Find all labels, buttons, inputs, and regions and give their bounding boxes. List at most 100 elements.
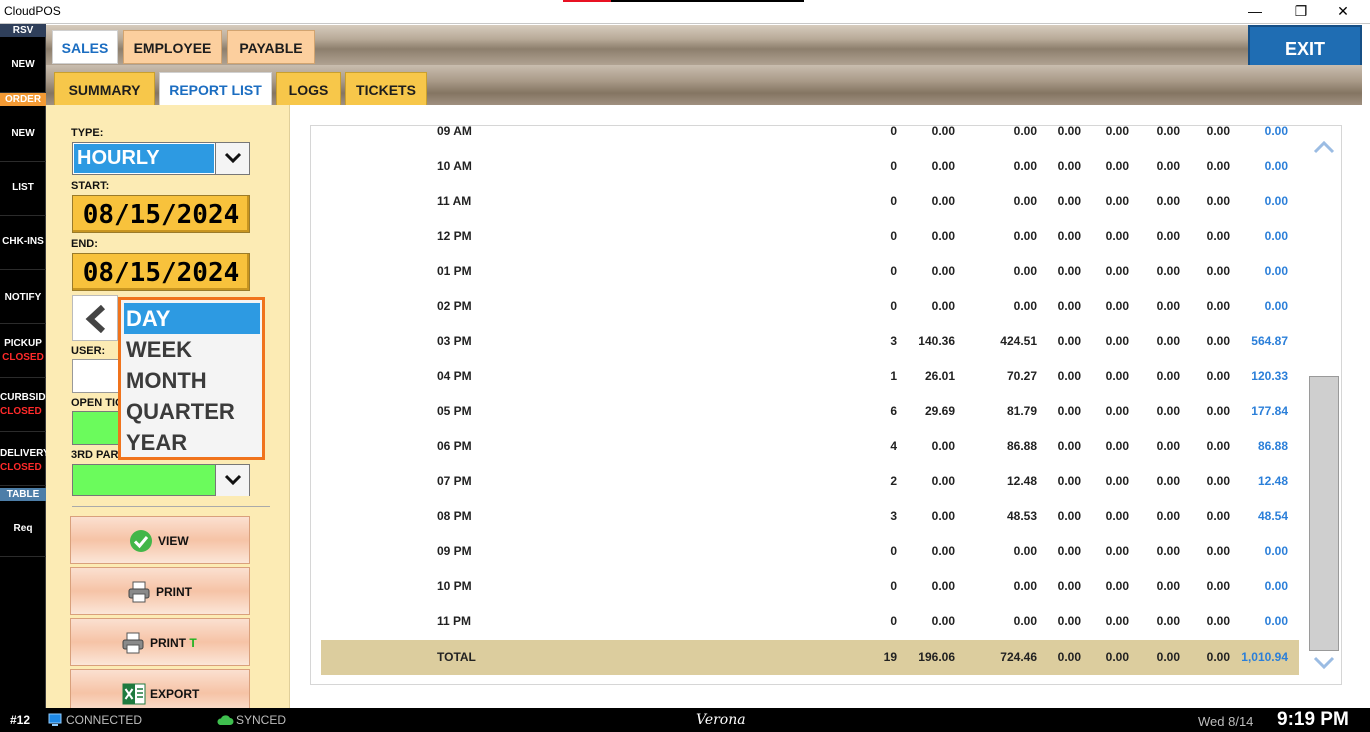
third-party-dropdown-button[interactable] (215, 465, 249, 496)
cell-col-4: 0.00 (1057, 264, 1081, 278)
cell-col-5: 0.00 (1105, 474, 1129, 488)
notify-label: NOTIFY (4, 292, 42, 303)
table-row: 06 PM 4 0.00 86.88 0.00 0.00 0.00 0.00 86.88 (321, 429, 1299, 464)
scroll-thumb[interactable] (1309, 376, 1339, 651)
rsv-new-button[interactable]: NEW (0, 37, 46, 93)
list-button[interactable]: LIST (0, 162, 46, 216)
chk-ins-button[interactable]: CHK-INS (0, 216, 46, 270)
cell-col-4: 0.00 (1057, 544, 1081, 558)
printer-icon (122, 632, 144, 654)
user-label: USER: (71, 345, 106, 357)
print-button[interactable]: PRINT (70, 567, 250, 615)
cell-col-3: 86.88 (1006, 439, 1037, 453)
table-row: 11 PM 0 0.00 0.00 0.00 0.00 0.00 0.00 0.00 (321, 604, 1299, 639)
req-label: Req (13, 523, 33, 534)
delivery-status: CLOSED (0, 462, 42, 473)
cell-col-4: 0.00 (1057, 369, 1081, 383)
end-date-field[interactable]: 08/15/2024 (72, 253, 250, 291)
cell-period: 08 PM (437, 509, 472, 523)
report-area: 09 AM 0 0.00 0.00 0.00 0.00 0.00 0.00 0.00 10 AM 0… (290, 105, 1362, 708)
delivery-button[interactable]: DELIVERY CLOSED (0, 432, 46, 486)
cell-col-6: 0.00 (1156, 404, 1180, 418)
end-label: END: (71, 238, 98, 250)
cloudpos-window: CloudPOS — ❐ ✕ RSV NEW ORDER NEW LIST CH… (0, 0, 1370, 732)
cell-col-2: 196.06 (918, 650, 955, 664)
cell-col-2: 0.00 (931, 264, 955, 278)
report-scrollbar[interactable] (1309, 136, 1339, 676)
start-date-field[interactable]: 08/15/2024 (72, 195, 250, 233)
table-row: 05 PM 6 29.69 81.79 0.00 0.00 0.00 0.00 177.84 (321, 394, 1299, 429)
print-tickets-button[interactable]: PRINT T (70, 618, 250, 666)
chevron-left-icon (85, 305, 106, 333)
tab-sales[interactable]: SALES (52, 30, 118, 64)
period-option-week[interactable]: WEEK (124, 334, 260, 365)
period-option-quarter[interactable]: QUARTER (124, 396, 260, 427)
tab-report-list[interactable]: REPORT LIST (159, 72, 272, 106)
cell-col-2: 140.36 (918, 334, 955, 348)
tab-employee[interactable]: EMPLOYEE (123, 30, 222, 64)
report-table: 09 AM 0 0.00 0.00 0.00 0.00 0.00 0.00 0.00 10 AM 0… (310, 125, 1342, 685)
table-row: 01 PM 0 0.00 0.00 0.00 0.00 0.00 0.00 0.00 (321, 254, 1299, 289)
cell-row-total: 48.54 (1257, 509, 1288, 523)
cell-row-total: 12.48 (1257, 474, 1288, 488)
cell-col-6: 0.00 (1156, 650, 1180, 664)
cell-col-4: 0.00 (1057, 299, 1081, 313)
cell-col-4: 0.00 (1057, 194, 1081, 208)
cell-col-6: 0.00 (1156, 299, 1180, 313)
cell-col-3: 70.27 (1006, 369, 1037, 383)
type-value: HOURLY (74, 144, 214, 173)
minimize-button[interactable]: — (1232, 0, 1278, 22)
cell-col-6: 0.00 (1156, 369, 1180, 383)
view-button[interactable]: VIEW (70, 516, 250, 564)
tab-tickets[interactable]: TICKETS (345, 72, 427, 106)
period-option-year[interactable]: YEAR (124, 427, 260, 458)
title-accent-red (563, 0, 611, 2)
pickup-button[interactable]: PICKUP CLOSED (0, 324, 46, 378)
third-party-select[interactable] (72, 464, 250, 496)
export-button[interactable]: EXPORT (70, 669, 250, 708)
delivery-label: DELIVERY (0, 448, 46, 459)
curbside-status: CLOSED (0, 406, 42, 417)
scroll-down-icon[interactable] (1312, 654, 1336, 672)
period-option-month[interactable]: MONTH (124, 365, 260, 396)
cell-row-total: 0.00 (1264, 614, 1288, 628)
restore-button[interactable]: ❐ (1278, 0, 1324, 22)
cell-col-4: 0.00 (1057, 650, 1081, 664)
cell-col-4: 0.00 (1057, 614, 1081, 628)
type-label: TYPE: (71, 127, 104, 139)
cell-col-4: 0.00 (1057, 125, 1081, 138)
cell-col-5: 0.00 (1105, 579, 1129, 593)
checkmark-icon (130, 530, 152, 552)
cell-col-2: 0.00 (931, 439, 955, 453)
close-window-button[interactable]: ✕ (1320, 0, 1366, 22)
cell-period: 11 AM (437, 194, 472, 208)
cell-col-3: 0.00 (1013, 614, 1037, 628)
cell-col-4: 0.00 (1057, 159, 1081, 173)
window-title: CloudPOS (4, 4, 61, 18)
title-accent-black (611, 0, 804, 2)
cell-col-5: 0.00 (1105, 125, 1129, 138)
tab-summary[interactable]: SUMMARY (54, 72, 155, 106)
table-row: 07 PM 2 0.00 12.48 0.00 0.00 0.00 0.00 12.48 (321, 464, 1299, 499)
excel-icon (122, 683, 146, 705)
scroll-up-icon[interactable] (1312, 138, 1336, 156)
cell-row-total: 0.00 (1264, 544, 1288, 558)
cell-col-6: 0.00 (1156, 614, 1180, 628)
curbside-button[interactable]: CURBSIDE CLOSED (0, 378, 46, 432)
cell-col-3: 48.53 (1006, 509, 1037, 523)
cell-col-3: 0.00 (1013, 194, 1037, 208)
previous-period-button[interactable] (72, 295, 118, 341)
pickup-label: PICKUP (4, 338, 42, 349)
period-option-day[interactable]: DAY (124, 303, 260, 334)
cell-col-5: 0.00 (1105, 264, 1129, 278)
order-new-button[interactable]: NEW (0, 106, 46, 162)
connection-status: CONNECTED (66, 713, 143, 727)
notify-button[interactable]: NOTIFY (0, 270, 46, 324)
type-select[interactable]: HOURLY (72, 142, 250, 175)
cell-col-6: 0.00 (1156, 439, 1180, 453)
tab-payable[interactable]: PAYABLE (227, 30, 315, 64)
req-button[interactable]: Req (0, 501, 46, 557)
cell-period: 10 AM (437, 159, 472, 173)
type-dropdown-button[interactable] (215, 143, 249, 174)
tab-logs[interactable]: LOGS (276, 72, 341, 106)
